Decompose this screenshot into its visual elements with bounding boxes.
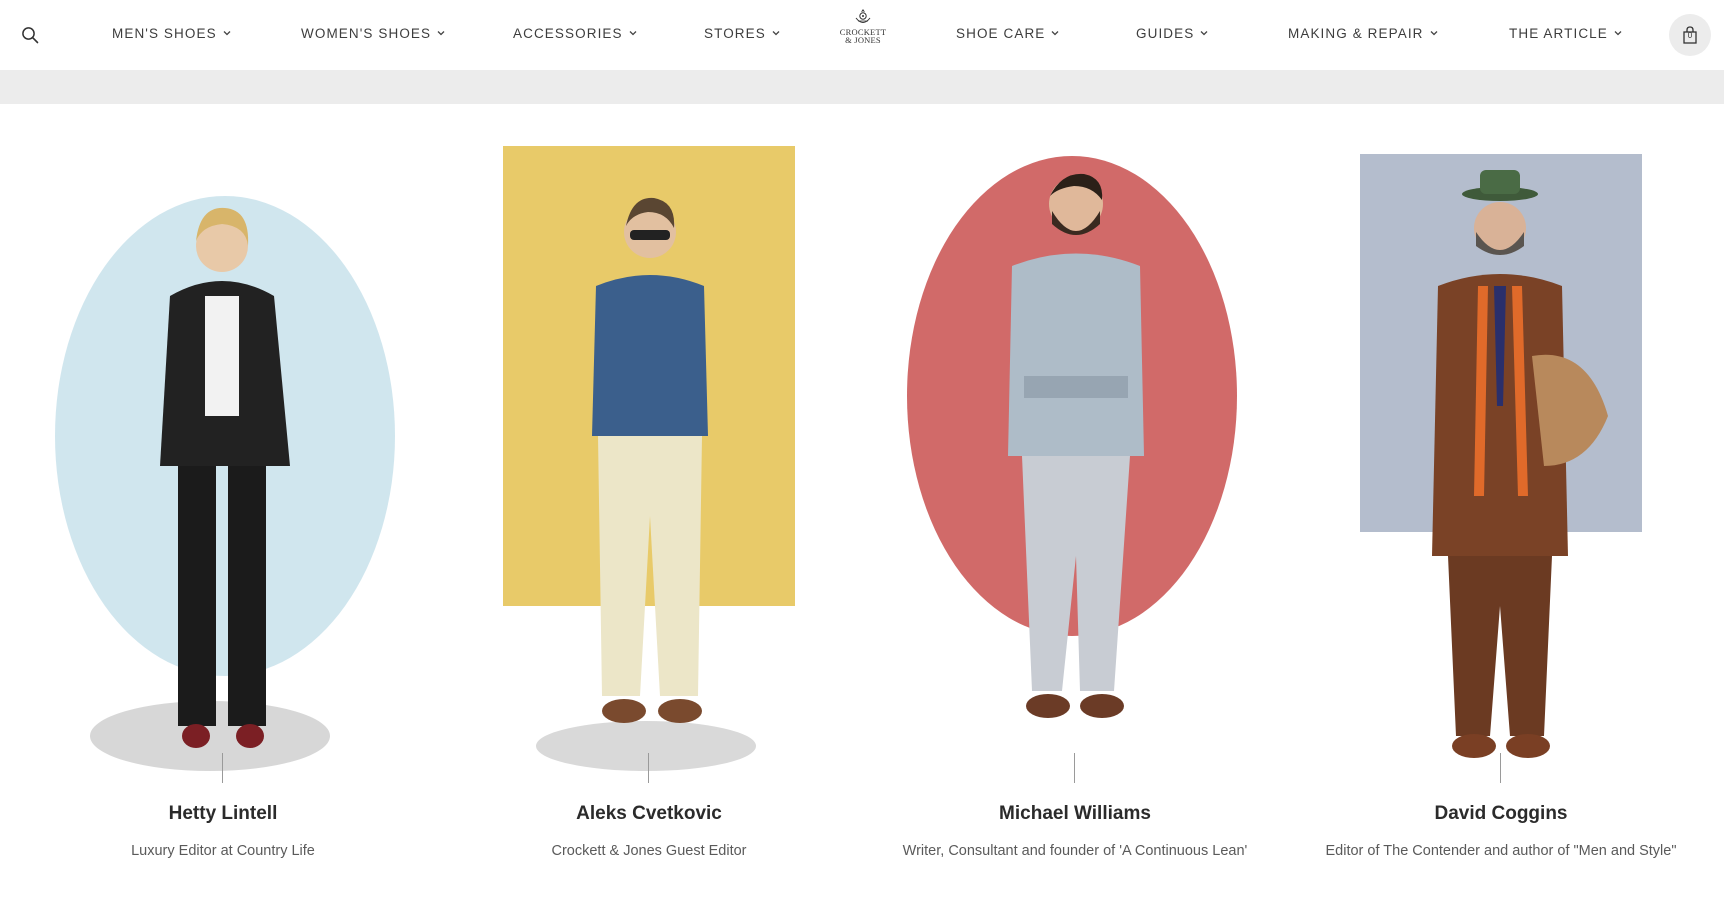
editor-role: Luxury Editor at Country Life [131,843,315,859]
divider [648,753,649,783]
chevron-down-icon [1051,29,1059,37]
nav-label: ACCESSORIES [513,25,623,41]
nav-shoe-care[interactable]: SHOE CARE [956,22,1059,44]
search-button[interactable] [16,21,44,49]
shopping-bag-button[interactable]: 0 [1669,14,1711,56]
editor-role: Crockett & Jones Guest Editor [551,843,747,859]
editor-illustration [1360,154,1642,758]
editor-portrait[interactable] [436,136,862,786]
search-icon [22,27,39,44]
divider [1074,753,1075,783]
editor-name[interactable]: Michael Williams [862,803,1288,825]
editor-name[interactable]: Aleks Cvetkovic [436,803,862,825]
chevron-down-icon [223,29,231,37]
site-header: MEN'S SHOES WOMEN'S SHOES ACCESSORIES ST… [0,0,1724,71]
nav-label: GUIDES [1136,25,1195,41]
nav-label: STORES [704,25,766,41]
nav-label: WOMEN'S SHOES [301,25,432,41]
editor-role: Editor of The Contender and author of "M… [1325,843,1677,859]
editor-card: Michael Williams Writer, Consultant and … [862,136,1288,876]
editor-role: Writer, Consultant and founder of 'A Con… [902,843,1248,859]
nav-label: MEN'S SHOES [112,25,217,41]
nav-making-repair[interactable]: MAKING & REPAIR [1288,22,1438,44]
nav-mens-shoes[interactable]: MEN'S SHOES [112,22,231,44]
nav-guides[interactable]: GUIDES [1136,22,1208,44]
divider [1500,753,1501,783]
editor-card: Hetty Lintell Luxury Editor at Country L… [10,136,436,876]
chevron-down-icon [1614,29,1622,37]
chevron-down-icon [629,29,637,37]
nav-accessories[interactable]: ACCESSORIES [513,22,637,44]
editor-name[interactable]: David Coggins [1288,803,1714,825]
editor-illustration [503,146,795,771]
nav-label: THE ARTICLE [1509,25,1608,41]
nav-womens-shoes[interactable]: WOMEN'S SHOES [301,22,445,44]
nav-label: SHOE CARE [956,25,1046,41]
promo-strip [0,71,1724,104]
chevron-down-icon [772,29,780,37]
editor-portrait[interactable] [862,136,1288,786]
bag-count: 0 [1687,31,1693,40]
chevron-down-icon [437,29,445,37]
nav-stores[interactable]: STORES [704,22,780,44]
editor-portrait[interactable] [1288,136,1714,786]
editor-illustration [55,196,395,771]
nav-label: MAKING & REPAIR [1288,25,1424,41]
brand-logo[interactable]: CROCKETT & JONES [838,8,888,54]
divider [222,753,223,783]
nav-the-article[interactable]: THE ARTICLE [1509,22,1622,44]
crest-icon [855,9,871,23]
editor-card: David Coggins Editor of The Contender an… [1288,136,1714,876]
chevron-down-icon [1200,29,1208,37]
editor-name[interactable]: Hetty Lintell [10,803,436,825]
editor-illustration [907,156,1237,718]
editor-card: Aleks Cvetkovic Crockett & Jones Guest E… [436,136,862,876]
logo-wordmark-line2: & JONES [845,35,881,45]
editor-portrait[interactable] [10,136,436,786]
chevron-down-icon [1430,29,1438,37]
